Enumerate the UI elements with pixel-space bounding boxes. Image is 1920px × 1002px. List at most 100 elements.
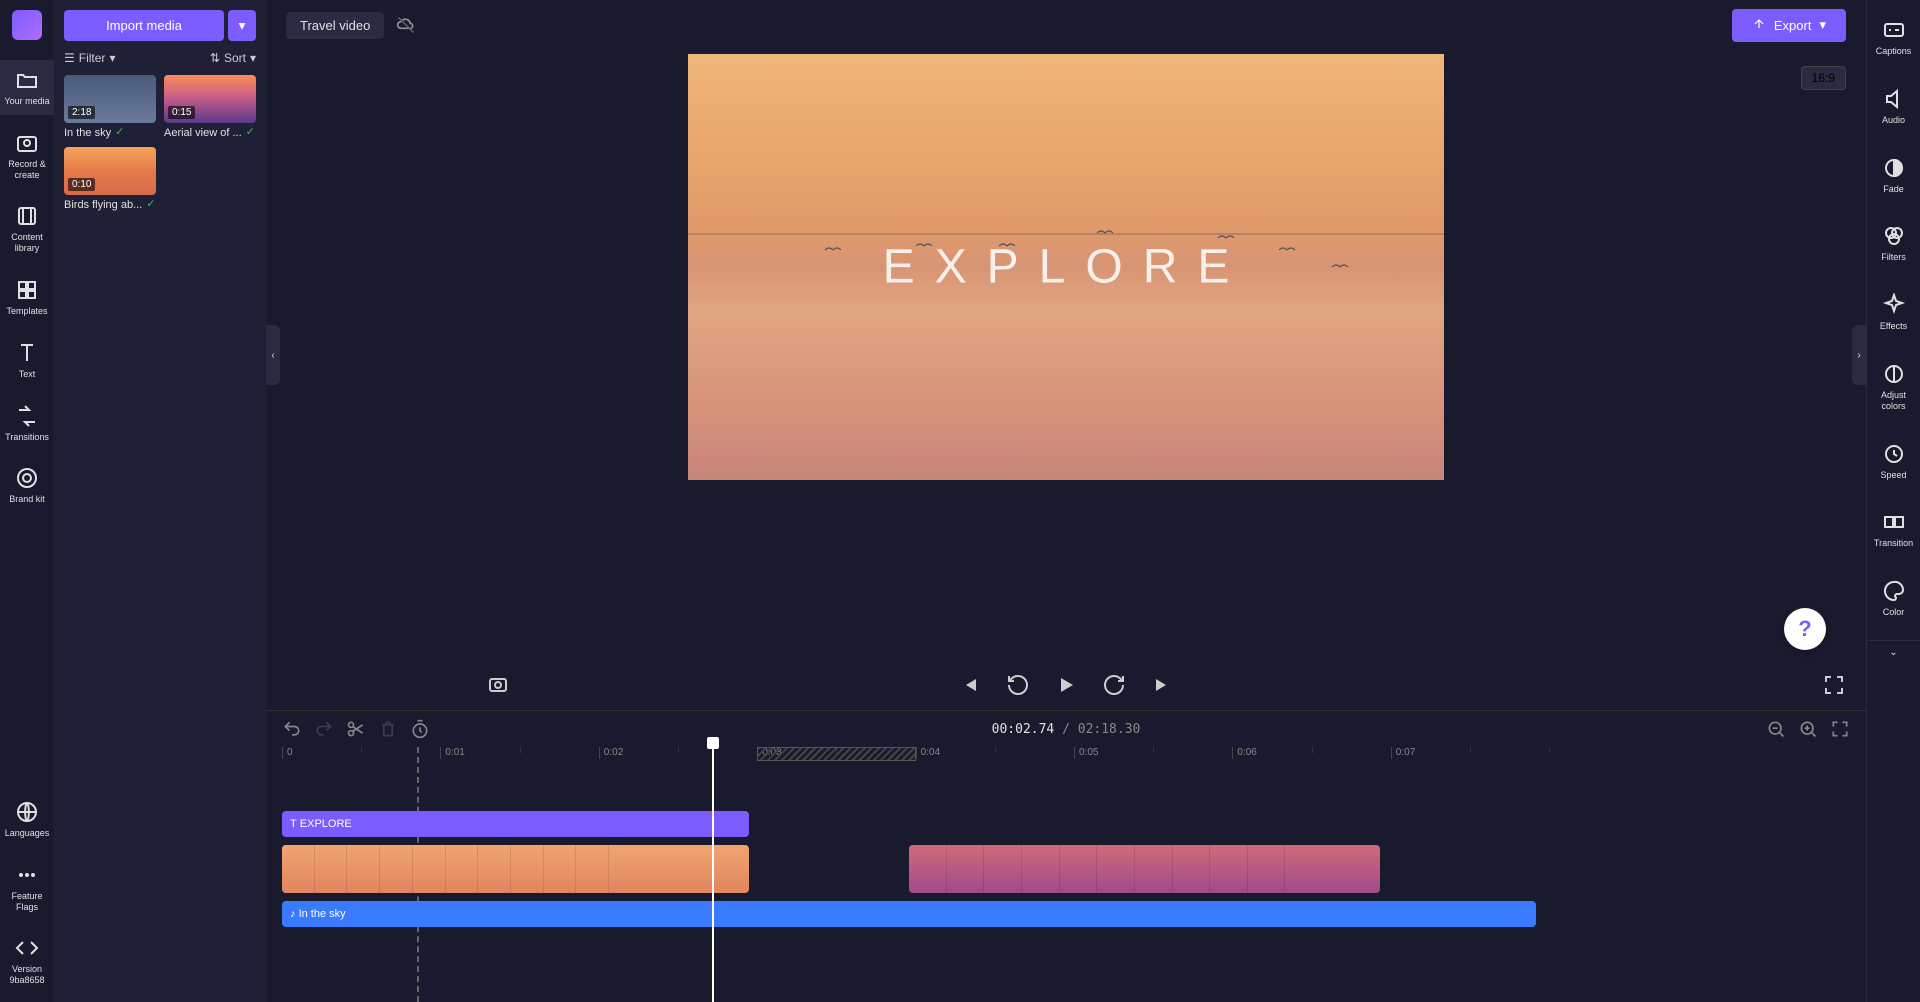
ruler-tick: 0:04 (916, 747, 940, 759)
sidebar-item-adjust-colors[interactable]: Adjust colors (1867, 354, 1920, 420)
collapse-right-sidebar-button[interactable]: ⌄ (1867, 640, 1920, 664)
collapse-properties-panel-button[interactable]: › (1852, 325, 1866, 385)
export-button[interactable]: Export ▾ (1732, 9, 1846, 42)
checkmark-icon: ✓ (146, 197, 155, 210)
sidebar-label: Text (19, 369, 36, 380)
video-preview[interactable]: EXPLORE (688, 54, 1444, 480)
media-clip[interactable]: 0:10 Birds flying ab... ✓ (64, 147, 156, 211)
sidebar-item-audio[interactable]: Audio (1867, 79, 1920, 134)
import-dropdown-button[interactable]: ▾ (228, 10, 256, 41)
project-title-input[interactable]: Travel video (286, 12, 384, 39)
sidebar-item-languages[interactable]: Languages (0, 792, 54, 847)
top-bar: Travel video Export ▾ (266, 0, 1866, 50)
sidebar-item-speed[interactable]: Speed (1867, 434, 1920, 489)
filters-icon (1882, 224, 1906, 248)
sidebar-item-transition[interactable]: Transition (1867, 502, 1920, 557)
timeline-ruler[interactable]: 0 0:01 0:02 0:03 0:04 0:05 0:06 0:07 (282, 747, 1866, 771)
audio-clip[interactable]: ♪ In the sky (282, 901, 1536, 927)
speed-icon (1882, 442, 1906, 466)
chevron-down-icon: ▾ (109, 51, 115, 65)
ruler-tick: 0:05 (1074, 747, 1098, 759)
sidebar-item-captions[interactable]: Captions (1867, 10, 1920, 65)
rewind-button[interactable] (1006, 673, 1030, 697)
media-clip[interactable]: 0:15 Aerial view of ... ✓ (164, 75, 256, 139)
bird-decoration (1278, 241, 1296, 249)
filter-button[interactable]: ☰ Filter ▾ (64, 51, 115, 65)
zoom-fit-button[interactable] (1830, 719, 1850, 739)
sidebar-label: Templates (6, 306, 47, 317)
upload-icon (1752, 17, 1766, 34)
ruler-minor-tick (361, 747, 366, 753)
help-button[interactable]: ? (1784, 608, 1826, 650)
forward-button[interactable] (1102, 673, 1126, 697)
checkmark-icon: ✓ (115, 125, 124, 138)
zoom-in-button[interactable] (1798, 719, 1818, 739)
sidebar-item-your-media[interactable]: Your media (0, 60, 54, 115)
skip-forward-button[interactable] (1150, 673, 1174, 697)
timecode-display: 00:02.74 / 02:18.30 (992, 722, 1141, 737)
sidebar-label: Color (1883, 607, 1905, 618)
preview-container: ‹ EXPLORE 16:9 › ? (266, 50, 1866, 660)
media-panel: Import media ▾ ☰ Filter ▾ ⇅ Sort ▾ 2:18 … (54, 0, 266, 1002)
sidebar-item-record-create[interactable]: Record & create (0, 123, 54, 189)
screenshot-button[interactable] (486, 673, 510, 697)
sidebar-item-filters[interactable]: Filters (1867, 216, 1920, 271)
bird-decoration (1096, 224, 1114, 232)
sidebar-item-transitions[interactable]: Transitions (0, 396, 54, 451)
ruler-tick: 0:02 (599, 747, 623, 759)
sort-button[interactable]: ⇅ Sort ▾ (210, 51, 256, 65)
effects-icon (1882, 293, 1906, 317)
sidebar-item-brand-kit[interactable]: Brand kit (0, 458, 54, 513)
timeline-toolbar: 00:02.74 / 02:18.30 (266, 711, 1866, 747)
chevron-down-icon: ▾ (1819, 17, 1826, 33)
media-duration: 0:15 (168, 106, 195, 119)
sidebar-label: Fade (1883, 184, 1904, 195)
timeline-tracks: T EXPLORE (282, 771, 1850, 1002)
text-clip[interactable]: T EXPLORE (282, 811, 749, 837)
video-clip[interactable] (282, 845, 749, 893)
collapse-media-panel-button[interactable]: ‹ (266, 325, 280, 385)
split-button[interactable] (346, 719, 366, 739)
ruler-minor-tick (1470, 747, 1475, 753)
adjust-icon (1882, 362, 1906, 386)
audio-icon (1882, 87, 1906, 111)
playhead[interactable] (712, 747, 714, 1002)
text-icon (15, 341, 39, 365)
playback-controls (266, 660, 1866, 710)
sidebar-item-color[interactable]: Color (1867, 571, 1920, 626)
sidebar-item-text[interactable]: Text (0, 333, 54, 388)
sidebar-label: Content library (2, 232, 52, 254)
text-clip-icon: T (290, 818, 297, 830)
bird-decoration (915, 237, 933, 245)
media-duration: 2:18 (68, 106, 95, 119)
aspect-ratio-button[interactable]: 16:9 (1801, 66, 1846, 90)
timer-button[interactable] (410, 719, 430, 739)
video-clip[interactable] (909, 845, 1379, 893)
preview-overlay-text: EXPLORE (883, 240, 1250, 295)
import-media-button[interactable]: Import media (64, 10, 224, 41)
skip-back-button[interactable] (958, 673, 982, 697)
sidebar-item-templates[interactable]: Templates (0, 270, 54, 325)
sidebar-label: Adjust colors (1869, 390, 1918, 412)
chevron-down-icon: ▾ (250, 51, 256, 65)
sidebar-item-effects[interactable]: Effects (1867, 285, 1920, 340)
sidebar-item-version[interactable]: Version 9ba8658 (0, 928, 54, 994)
ghost-selection[interactable] (757, 747, 915, 761)
redo-button[interactable] (314, 719, 334, 739)
media-clip[interactable]: 2:18 In the sky ✓ (64, 75, 156, 139)
sidebar-item-fade[interactable]: Fade (1867, 148, 1920, 203)
app-logo[interactable] (12, 10, 42, 40)
current-time: 00:02.74 (992, 722, 1055, 737)
sidebar-item-content-library[interactable]: Content library (0, 196, 54, 262)
media-thumbnail: 0:10 (64, 147, 156, 195)
ruler-minor-tick (678, 747, 683, 753)
fullscreen-button[interactable] (1822, 673, 1846, 697)
sidebar-item-feature-flags[interactable]: Feature Flags (0, 855, 54, 921)
sidebar-label: Audio (1882, 115, 1905, 126)
media-thumbnail: 2:18 (64, 75, 156, 123)
delete-button[interactable] (378, 719, 398, 739)
sidebar-label: Your media (4, 96, 49, 107)
undo-button[interactable] (282, 719, 302, 739)
zoom-out-button[interactable] (1766, 719, 1786, 739)
play-button[interactable] (1054, 673, 1078, 697)
